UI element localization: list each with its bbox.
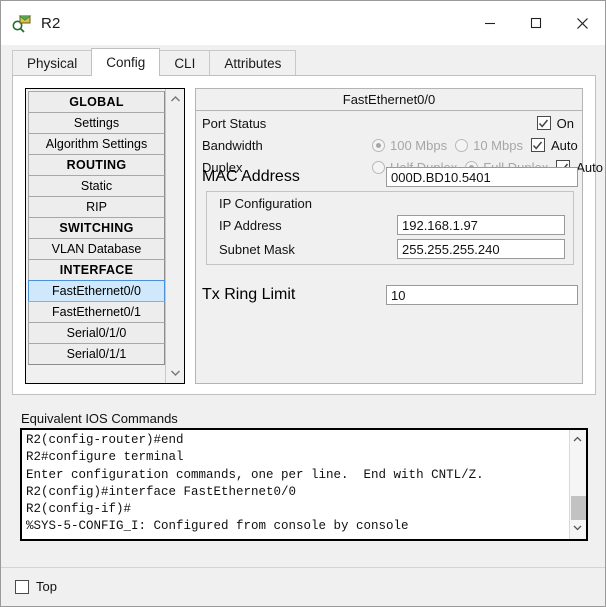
sidebar-item-vlan-database[interactable]: VLAN Database	[28, 238, 165, 260]
port-status-checkbox[interactable]	[536, 116, 551, 130]
sidebar-header-routing: ROUTING	[28, 154, 165, 176]
equivalent-ios-commands-label: Equivalent IOS Commands	[21, 411, 178, 426]
bandwidth-radio-10mbps-label: 10 Mbps	[473, 137, 523, 153]
bandwidth-auto-checkbox[interactable]	[530, 138, 545, 152]
tab-physical[interactable]: Physical	[12, 50, 93, 76]
interface-config-panel: FastEthernet0/0 Port Status On Bandwidth	[195, 88, 603, 384]
port-status-label: Port Status	[202, 115, 267, 131]
sidebar-header-global: GLOBAL	[28, 91, 165, 113]
port-status-checkbox-label: On	[556, 115, 574, 131]
tx-ring-limit-row: Tx Ring Limit 10	[202, 285, 578, 305]
sidebar-header-switching: SWITCHING	[28, 217, 165, 239]
packet-tracer-router-icon	[11, 12, 33, 34]
top-checkbox[interactable]	[15, 579, 29, 594]
title-bar: R2	[1, 1, 605, 45]
sidebar-item-fastethernet0-0[interactable]: FastEthernet0/0	[28, 280, 165, 302]
mac-address-row: MAC Address 000D.BD10.5401	[202, 167, 578, 187]
bandwidth-auto-label: Auto	[550, 137, 578, 153]
chevron-up-icon[interactable]	[571, 433, 586, 448]
sidebar-item-settings[interactable]: Settings	[28, 112, 165, 134]
chevron-up-icon[interactable]	[168, 92, 183, 107]
bandwidth-radio-10mbps[interactable]	[455, 138, 469, 152]
sidebar-item-serial0-1-0[interactable]: Serial0/1/0	[28, 322, 165, 344]
sidebar-scrollbar[interactable]	[165, 89, 184, 383]
tab-attributes[interactable]: Attributes	[209, 50, 297, 76]
close-button[interactable]	[559, 1, 605, 45]
bandwidth-row: Bandwidth 100 Mbps 10 Mbps Auto	[202, 135, 582, 155]
port-status-row: Port Status On	[202, 113, 582, 133]
sidebar-item-algorithm-settings[interactable]: Algorithm Settings	[28, 133, 165, 155]
ip-configuration-title: IP Configuration	[219, 196, 312, 211]
tab-strip: Physical Config CLI Attributes	[12, 48, 297, 76]
ip-address-field[interactable]: 192.168.1.97	[397, 215, 565, 235]
tab-config[interactable]: Config	[91, 48, 161, 76]
tab-cli[interactable]: CLI	[159, 50, 211, 76]
ip-configuration-group: IP Configuration IP Address 192.168.1.97…	[206, 191, 574, 265]
window-controls	[467, 1, 605, 45]
top-checkbox-row: Top	[15, 579, 57, 594]
sidebar-item-rip[interactable]: RIP	[28, 196, 165, 218]
ip-configuration-title-row: IP Configuration	[219, 196, 565, 211]
equivalent-ios-commands-box: R2(config-router)#end R2#configure termi…	[20, 428, 588, 541]
mac-address-field[interactable]: 000D.BD10.5401	[386, 167, 578, 187]
sidebar-item-static[interactable]: Static	[28, 175, 165, 197]
sidebar-header-interface: INTERFACE	[28, 259, 165, 281]
tx-ring-limit-label: Tx Ring Limit	[202, 286, 296, 303]
duplex-auto-label: Auto	[576, 159, 603, 175]
interface-name-header: FastEthernet0/0	[196, 89, 582, 111]
ios-commands-scrollbar[interactable]	[569, 430, 586, 539]
router-config-window: R2 Physical Config CLI Attributes GLOBAL…	[0, 0, 606, 607]
ip-address-label: IP Address	[219, 217, 282, 233]
ip-address-row: IP Address 192.168.1.97	[219, 215, 565, 235]
bandwidth-radio-100mbps-label: 100 Mbps	[390, 137, 448, 153]
top-checkbox-label: Top	[36, 579, 57, 594]
port-status-controls: On	[372, 116, 582, 131]
footer-divider	[1, 567, 605, 568]
sidebar-item-serial0-1-1[interactable]: Serial0/1/1	[28, 343, 165, 365]
subnet-mask-label: Subnet Mask	[219, 241, 295, 257]
bandwidth-radio-100mbps[interactable]	[372, 138, 385, 152]
bandwidth-label: Bandwidth	[202, 137, 263, 153]
window-title: R2	[41, 14, 61, 32]
bandwidth-controls: 100 Mbps 10 Mbps Auto	[372, 138, 586, 153]
config-sidebar-list: GLOBAL Settings Algorithm Settings ROUTI…	[26, 89, 165, 383]
maximize-button[interactable]	[513, 1, 559, 45]
sidebar-item-fastethernet0-1[interactable]: FastEthernet0/1	[28, 301, 165, 323]
chevron-down-icon[interactable]	[571, 521, 586, 536]
scrollbar-thumb[interactable]	[571, 496, 586, 520]
chevron-down-icon[interactable]	[168, 365, 183, 380]
config-sidebar: GLOBAL Settings Algorithm Settings ROUTI…	[25, 88, 185, 384]
config-tab-panel: GLOBAL Settings Algorithm Settings ROUTI…	[12, 75, 603, 395]
subnet-mask-row: Subnet Mask 255.255.255.240	[219, 239, 565, 259]
mac-address-label: MAC Address	[202, 168, 300, 185]
tx-ring-limit-field[interactable]: 10	[386, 285, 578, 305]
minimize-button[interactable]	[467, 1, 513, 45]
subnet-mask-field[interactable]: 255.255.255.240	[397, 239, 565, 259]
ios-commands-text[interactable]: R2(config-router)#end R2#configure termi…	[22, 430, 569, 539]
